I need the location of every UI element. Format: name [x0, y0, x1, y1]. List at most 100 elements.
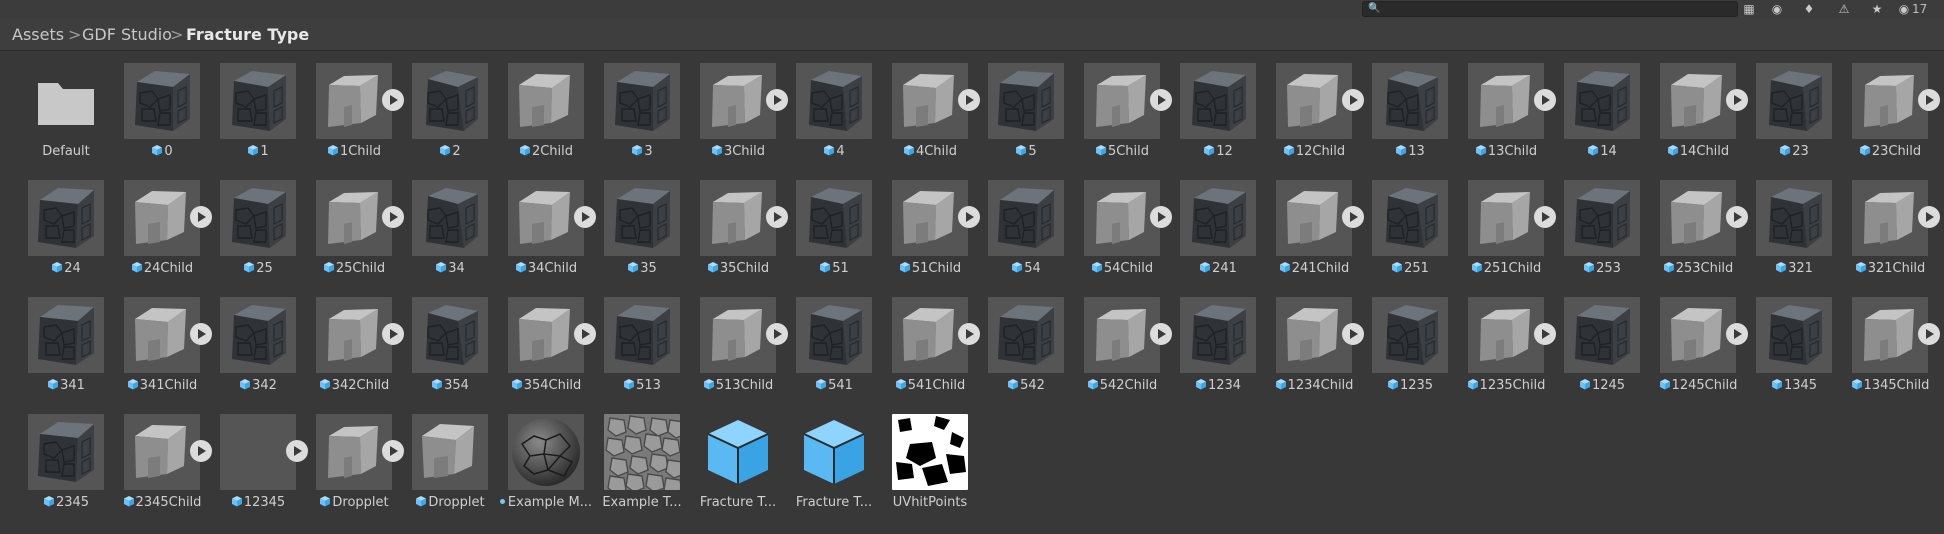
asset-item[interactable]: 3Child — [681, 51, 788, 161]
asset-item[interactable]: UVhitPoints — [873, 402, 969, 512]
asset-item[interactable]: 1345 — [1737, 285, 1833, 395]
asset-item[interactable]: 34 — [393, 168, 489, 278]
scriptable-object-cube-icon — [700, 414, 776, 490]
asset-item[interactable]: 253Child — [1641, 168, 1748, 278]
asset-label: 1345Child — [1833, 378, 1944, 393]
asset-item[interactable]: 241 — [1161, 168, 1257, 278]
asset-item[interactable]: 5Child — [1065, 51, 1172, 161]
asset-item[interactable]: 13Child — [1449, 51, 1556, 161]
asset-item[interactable]: 513 — [585, 285, 681, 395]
asset-item[interactable]: 14Child — [1641, 51, 1748, 161]
asset-item[interactable]: Default — [9, 51, 105, 161]
asset-item[interactable]: 251Child — [1449, 168, 1556, 278]
asset-item[interactable]: Dropplet — [297, 402, 404, 512]
asset-item[interactable]: 1245 — [1545, 285, 1641, 395]
asset-item[interactable]: 321 — [1737, 168, 1833, 278]
asset-item[interactable]: 1245Child — [1641, 285, 1748, 395]
asset-item[interactable]: Fracture T... — [777, 402, 873, 512]
asset-item[interactable]: 24 — [9, 168, 105, 278]
asset-item[interactable]: 354 — [393, 285, 489, 395]
asset-item[interactable]: 23Child — [1833, 51, 1940, 161]
asset-item[interactable]: 25 — [201, 168, 297, 278]
breadcrumb-assets[interactable]: Assets — [12, 19, 64, 50]
asset-item[interactable]: 14 — [1545, 51, 1641, 161]
asset-label-text: 2345Child — [135, 495, 202, 510]
asset-item[interactable]: 51Child — [873, 168, 980, 278]
asset-item[interactable]: 34Child — [489, 168, 596, 278]
scene-icon[interactable]: ▦ — [1738, 1, 1760, 18]
breadcrumb-gdf-studio[interactable]: GDF Studio — [82, 19, 172, 50]
asset-item[interactable]: 12Child — [1257, 51, 1364, 161]
fracture-piece-thumbnail — [1852, 63, 1928, 139]
asset-item[interactable]: Fracture T... — [681, 402, 777, 512]
asset-item[interactable]: 4 — [777, 51, 873, 161]
asset-item[interactable]: 3 — [585, 51, 681, 161]
asset-item[interactable]: 35Child — [681, 168, 788, 278]
eye-icon[interactable]: ◉ — [1896, 1, 1912, 18]
fractured-rock-thumbnail — [604, 297, 680, 373]
asset-item[interactable]: 51 — [777, 168, 873, 278]
asset-item[interactable]: 12 — [1161, 51, 1257, 161]
asset-item[interactable]: 35 — [585, 168, 681, 278]
asset-item[interactable]: 541 — [777, 285, 873, 395]
asset-item[interactable]: 1235 — [1353, 285, 1449, 395]
asset-item[interactable]: 2345 — [9, 402, 105, 512]
asset-item[interactable]: 253 — [1545, 168, 1641, 278]
asset-item[interactable]: 5 — [969, 51, 1065, 161]
asset-item[interactable]: 0 — [105, 51, 201, 161]
expand-play-icon[interactable] — [1918, 323, 1940, 345]
asset-item[interactable]: 1234Child — [1257, 285, 1364, 395]
asset-item[interactable]: 1345Child — [1833, 285, 1940, 395]
expand-play-icon[interactable] — [1918, 89, 1940, 111]
asset-item[interactable]: 2Child — [489, 51, 585, 161]
asset-item[interactable]: 54 — [969, 168, 1065, 278]
asset-item[interactable]: 513Child — [681, 285, 788, 395]
prefab-icon — [323, 261, 336, 276]
asset-item[interactable]: 321Child — [1833, 168, 1940, 278]
asset-label-text: 51 — [832, 261, 849, 276]
asset-item[interactable]: 1234 — [1161, 285, 1257, 395]
asset-item[interactable]: 341Child — [105, 285, 212, 395]
asset-item[interactable]: 1235Child — [1449, 285, 1556, 395]
asset-item[interactable]: 2 — [393, 51, 489, 161]
prefab-icon — [1775, 261, 1788, 276]
asset-item[interactable]: 2345Child — [105, 402, 212, 512]
warning-icon[interactable]: ⚠ — [1833, 1, 1855, 18]
asset-label-text: Fracture T... — [795, 495, 873, 510]
asset-label-text: 1235Child — [1479, 378, 1546, 393]
asset-item[interactable]: Example T... — [585, 402, 682, 512]
asset-label-text: 24Child — [143, 261, 194, 276]
asset-item[interactable]: 342 — [201, 285, 297, 395]
fractured-rock-thumbnail — [1180, 63, 1256, 139]
asset-item[interactable]: 241Child — [1257, 168, 1364, 278]
asset-item[interactable]: 342Child — [297, 285, 404, 395]
fracture-piece-thumbnail — [316, 414, 392, 490]
asset-item[interactable]: Dropplet — [393, 402, 489, 512]
asset-item[interactable]: Example M... — [489, 402, 592, 512]
asset-item[interactable]: 25Child — [297, 168, 404, 278]
prefab-icon — [707, 261, 720, 276]
prefab-icon — [1391, 261, 1404, 276]
asset-label-text: 4 — [836, 144, 845, 159]
asset-item[interactable]: 23 — [1737, 51, 1833, 161]
asset-label-text: 14Child — [1679, 144, 1730, 159]
favorite-icon[interactable]: ★ — [1866, 1, 1888, 18]
type-filter-icon[interactable]: ◉ — [1766, 1, 1788, 18]
asset-item[interactable]: 13 — [1353, 51, 1449, 161]
asset-item[interactable]: 12345 — [201, 402, 308, 512]
asset-item[interactable]: 4Child — [873, 51, 980, 161]
asset-item[interactable]: 24Child — [105, 168, 212, 278]
search-field[interactable]: 🔍 — [1362, 1, 1738, 17]
asset-item[interactable]: 542Child — [1065, 285, 1172, 395]
asset-item[interactable]: 542 — [969, 285, 1065, 395]
asset-item[interactable]: 251 — [1353, 168, 1449, 278]
label-icon[interactable]: ♦ — [1798, 1, 1820, 18]
asset-item[interactable]: 1 — [201, 51, 297, 161]
asset-item[interactable]: 541Child — [873, 285, 980, 395]
asset-item[interactable]: 1Child — [297, 51, 404, 161]
asset-item[interactable]: 54Child — [1065, 168, 1172, 278]
asset-item[interactable]: 341 — [9, 285, 105, 395]
asset-item[interactable]: 354Child — [489, 285, 596, 395]
expand-play-icon[interactable] — [1918, 206, 1940, 228]
search-input[interactable] — [1379, 2, 1729, 16]
